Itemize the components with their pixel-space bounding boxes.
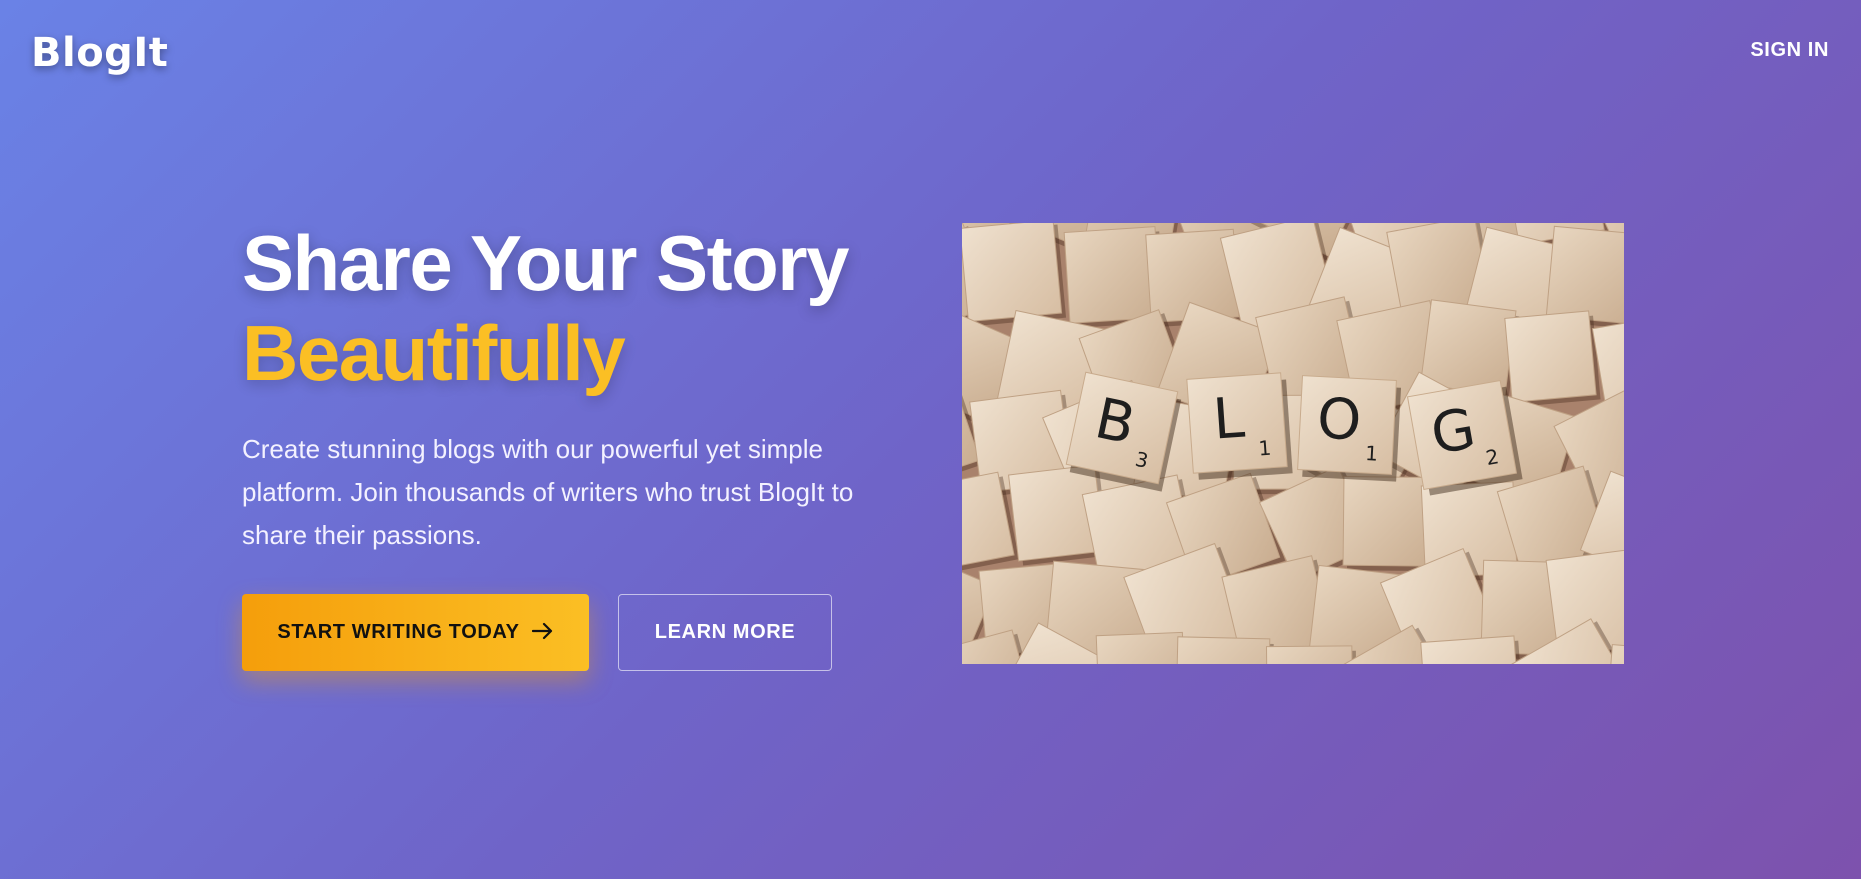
learn-more-button[interactable]: LEARN MORE <box>618 594 832 671</box>
letter-tile-o: O1 <box>1297 375 1402 482</box>
hero-title-highlight: Beautifully <box>242 309 626 397</box>
tile-letter: O <box>1316 386 1363 453</box>
wood-tile <box>1175 636 1274 664</box>
wood-tile <box>962 223 1067 327</box>
sign-in-link[interactable]: SIGN IN <box>1750 38 1829 62</box>
start-writing-button[interactable]: START WRITING TODAY <box>242 594 589 671</box>
tile-score: 1 <box>1365 441 1379 466</box>
tile-score: 1 <box>1258 436 1272 461</box>
brand-logo[interactable]: BlogIt <box>31 30 168 76</box>
letter-tile-l: L1 <box>1186 372 1293 480</box>
start-writing-label: START WRITING TODAY <box>277 621 520 643</box>
letter-tile-g: G2 <box>1406 379 1523 496</box>
tile-letter: L <box>1211 386 1247 453</box>
hero-description: Create stunning blogs with our powerful … <box>242 434 854 550</box>
hero-content: Share Your Story Beautifully Create stun… <box>242 218 922 671</box>
wood-tile <box>1095 631 1190 664</box>
wood-tile <box>1266 645 1357 664</box>
scrabble-tiles-illustration: B3L 1 O 1 G 2 <box>962 223 1624 664</box>
wood-tile <box>1504 310 1601 407</box>
arrow-right-icon <box>531 621 554 645</box>
letter-tile-b: B3 <box>1065 371 1182 492</box>
hero-image-blog-tiles: B3L1O1G2 <box>962 223 1624 664</box>
hero-title-line1: Share Your Story <box>242 219 849 307</box>
hero-headline: Share Your Story Beautifully <box>242 218 922 398</box>
